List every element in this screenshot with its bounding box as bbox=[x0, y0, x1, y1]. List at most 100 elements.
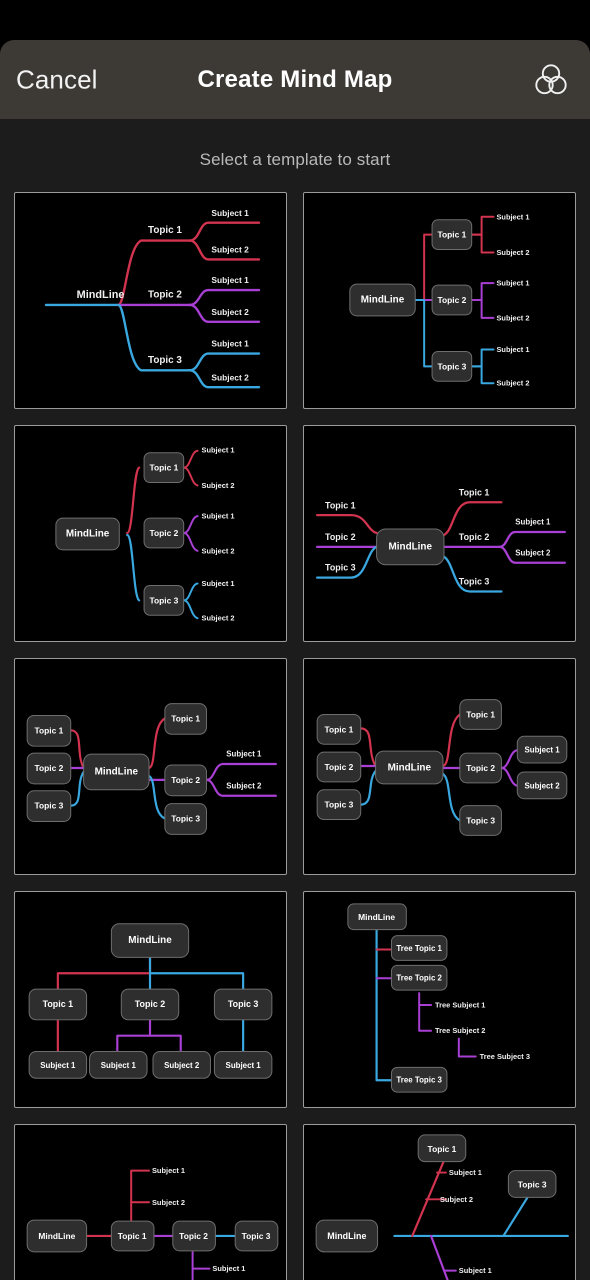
template-card-7[interactable]: MindLine Topic 1 Topic 2 Topic 3 Subject… bbox=[14, 891, 287, 1108]
node-label: Subject 1 bbox=[449, 1168, 482, 1177]
three-circles-icon[interactable] bbox=[530, 59, 572, 101]
node-label: Subject 2 bbox=[202, 614, 235, 623]
node-label: Subject 1 bbox=[211, 275, 249, 285]
template-card-6[interactable]: Topic 1 Topic 2 Topic 3 MindLine Topic 1… bbox=[303, 658, 576, 875]
cancel-button[interactable]: Cancel bbox=[16, 64, 98, 95]
node-label: Topic 1 bbox=[466, 709, 495, 719]
node-label: Subject 2 bbox=[202, 546, 235, 555]
node-label: MindLine bbox=[38, 1231, 75, 1241]
node-label: Subject 1 bbox=[211, 208, 249, 218]
node-label: MindLine bbox=[361, 295, 405, 306]
node-label: Topic 2 bbox=[148, 290, 182, 301]
node-label: Topic 1 bbox=[325, 724, 354, 734]
node-label: Subject 1 bbox=[226, 1061, 262, 1070]
node-label: Subject 2 bbox=[211, 372, 249, 382]
node-label: Subject 1 bbox=[226, 750, 262, 759]
node-label: MindLine bbox=[388, 762, 432, 773]
template-card-4[interactable]: MindLine Topic 1 Topic 2 Topic 3 Topic 1… bbox=[303, 425, 576, 642]
node-label: Subject 1 bbox=[152, 1166, 185, 1175]
node-label: Topic 3 bbox=[459, 577, 490, 587]
template-card-2[interactable]: MindLine Topic 1 Topic 2 Topic 3 Subject… bbox=[303, 192, 576, 409]
node-label: Subject 2 bbox=[515, 548, 551, 557]
node-label: Topic 2 bbox=[35, 763, 64, 773]
node-label: Subject 1 bbox=[40, 1061, 76, 1070]
node-label: Topic 2 bbox=[459, 532, 490, 542]
template-card-10[interactable]: MindLine Topic 1 Topic 3 Subject 1 Subje… bbox=[303, 1124, 576, 1280]
node-label: Topic 3 bbox=[437, 361, 466, 371]
node-label: Topic 2 bbox=[135, 999, 166, 1009]
node-label: MindLine bbox=[95, 766, 139, 777]
node-label: Tree Subject 3 bbox=[480, 1052, 530, 1061]
node-label: Subject 2 bbox=[211, 307, 249, 317]
node-label: Tree Subject 2 bbox=[435, 1026, 485, 1035]
node-label: MindLine bbox=[327, 1231, 366, 1241]
node-label: Subject 1 bbox=[496, 212, 529, 221]
node-label: Tree Topic 2 bbox=[396, 974, 442, 983]
node-label: Subject 1 bbox=[524, 746, 560, 755]
template-card-3[interactable]: MindLine Topic 1 Topic 2 Topic 3 Subject… bbox=[14, 425, 287, 642]
node-label: Topic 2 bbox=[179, 1231, 208, 1241]
node-label: Topic 1 bbox=[428, 1144, 457, 1154]
node-label: Subject 1 bbox=[496, 345, 529, 354]
node-label: Subject 2 bbox=[496, 379, 529, 388]
node-label: Subject 1 bbox=[101, 1061, 137, 1070]
node-label: Subject 1 bbox=[515, 518, 551, 527]
node-label: Topic 2 bbox=[149, 528, 178, 538]
node-label: MindLine bbox=[358, 912, 395, 922]
node-label: Subject 1 bbox=[496, 279, 529, 288]
node-label: Topic 1 bbox=[148, 225, 182, 236]
node-label: Topic 1 bbox=[43, 999, 74, 1009]
node-label: Subject 2 bbox=[152, 1198, 185, 1207]
node-label: MindLine bbox=[66, 528, 110, 539]
node-label: Topic 1 bbox=[118, 1231, 147, 1241]
node-label: Subject 1 bbox=[211, 339, 249, 349]
node-label: Subject 2 bbox=[524, 781, 560, 790]
node-label: Topic 3 bbox=[171, 814, 200, 824]
node-label: Subject 2 bbox=[164, 1061, 200, 1070]
node-label: Subject 2 bbox=[496, 248, 529, 257]
node-label: MindLine bbox=[128, 935, 172, 946]
node-label: Topic 1 bbox=[35, 725, 64, 735]
template-card-8[interactable]: MindLine Tree Topic 1 Tree Topic 2 Tree … bbox=[303, 891, 576, 1108]
node-label: Topic 2 bbox=[466, 763, 495, 773]
node-label: Topic 1 bbox=[149, 463, 178, 473]
node-label: Subject 2 bbox=[226, 781, 262, 790]
node-label: MindLine bbox=[389, 541, 433, 552]
node-label: Topic 1 bbox=[171, 713, 200, 723]
node-label: Topic 3 bbox=[518, 1179, 547, 1189]
node-label: Topic 2 bbox=[171, 775, 200, 785]
node-label: Topic 1 bbox=[459, 487, 490, 497]
node-label: Subject 1 bbox=[459, 1266, 492, 1275]
node-label: Subject 1 bbox=[212, 1264, 245, 1273]
template-card-9[interactable]: MindLine Topic 1 Topic 2 Topic 3 Subject… bbox=[14, 1124, 287, 1280]
node-label: Subject 2 bbox=[211, 244, 249, 254]
node-label: Subject 2 bbox=[440, 1195, 473, 1204]
node-label: Subject 1 bbox=[202, 445, 235, 454]
node-label: Subject 2 bbox=[202, 481, 235, 490]
node-label: Topic 3 bbox=[148, 355, 182, 366]
node-label: Topic 2 bbox=[325, 532, 356, 542]
node-label: Subject 2 bbox=[496, 313, 529, 322]
node-label: Topic 3 bbox=[466, 815, 495, 825]
node-label: Subject 1 bbox=[202, 512, 235, 521]
template-card-1[interactable]: MindLine Topic 1 Topic 2 Topic 3 Subject… bbox=[14, 192, 287, 409]
node-label: Topic 3 bbox=[242, 1231, 271, 1241]
node-label: Tree Topic 1 bbox=[396, 944, 442, 953]
template-card-5[interactable]: Topic 1 Topic 2 Topic 3 MindLine Topic 1… bbox=[14, 658, 287, 875]
node-label: Topic 3 bbox=[149, 595, 178, 605]
subtitle: Select a template to start bbox=[199, 150, 391, 169]
node-label: Tree Topic 3 bbox=[396, 1076, 442, 1085]
node-label: Tree Subject 1 bbox=[435, 1000, 485, 1009]
node-label: Topic 3 bbox=[325, 563, 356, 573]
node-label: Topic 2 bbox=[325, 762, 354, 772]
node-label: Topic 3 bbox=[35, 801, 64, 811]
node-label: Topic 1 bbox=[325, 500, 356, 510]
node-label: Topic 3 bbox=[228, 999, 259, 1009]
node-label: MindLine bbox=[77, 289, 125, 301]
node-label: Subject 1 bbox=[202, 579, 235, 588]
app-root: Cancel Create Mind Map Select a template… bbox=[0, 0, 590, 1280]
node-label: Topic 2 bbox=[437, 295, 466, 305]
node-label: Topic 1 bbox=[437, 230, 466, 240]
node-label: Topic 3 bbox=[325, 800, 354, 810]
modal-sheet: Cancel Create Mind Map Select a template… bbox=[0, 40, 590, 1280]
